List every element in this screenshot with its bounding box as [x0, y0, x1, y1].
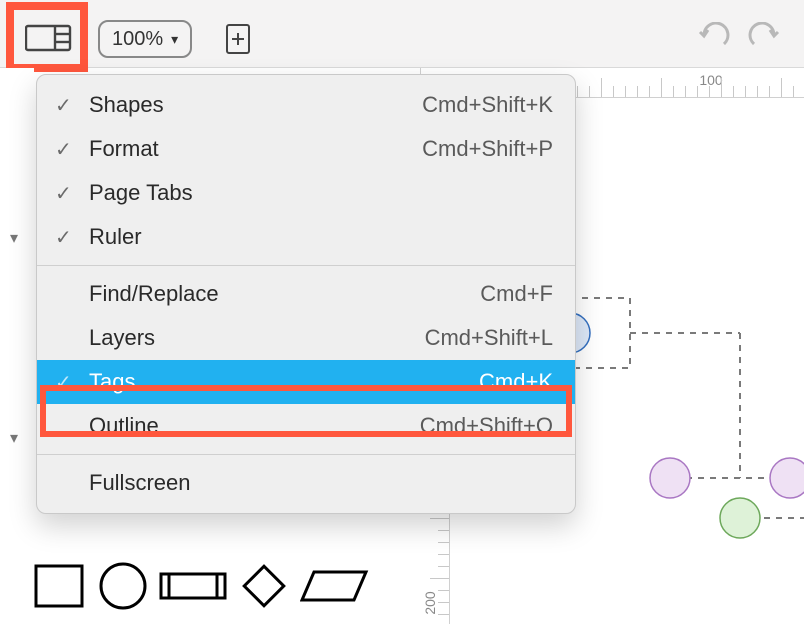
shape-rectangle[interactable]: [30, 560, 88, 612]
menu-item-shortcut: Cmd+Shift+O: [420, 413, 553, 439]
view-menu: ✓ Shapes Cmd+Shift+K ✓ Format Cmd+Shift+…: [36, 74, 576, 514]
menu-item-label: Layers: [89, 325, 155, 351]
menu-item-shortcut: Cmd+Shift+P: [422, 136, 553, 162]
chevron-down-icon[interactable]: ▾: [10, 428, 18, 448]
shape-circle[interactable]: [96, 560, 150, 612]
redo-button[interactable]: [744, 22, 784, 56]
menu-item-format[interactable]: ✓ Format Cmd+Shift+P: [37, 127, 575, 171]
menu-item-label: Fullscreen: [89, 470, 190, 496]
toolbar: 100% ▾: [0, 0, 804, 68]
menu-item-outline[interactable]: Outline Cmd+Shift+O: [37, 404, 575, 448]
menu-item-shortcut: Cmd+F: [480, 281, 553, 307]
ruler-label: 200: [422, 591, 438, 614]
ruler-label: 100: [699, 72, 722, 88]
menu-item-shapes[interactable]: ✓ Shapes Cmd+Shift+K: [37, 83, 575, 127]
check-icon: ✓: [55, 225, 89, 250]
shape-diamond[interactable]: [236, 558, 292, 614]
menu-item-tags[interactable]: ✓ Tags Cmd+K: [37, 360, 575, 404]
zoom-value: 100%: [112, 28, 163, 51]
chevron-down-icon: ▾: [171, 31, 178, 48]
menu-item-label: Find/Replace: [89, 281, 219, 307]
menu-item-label: Outline: [89, 413, 159, 439]
menu-item-fullscreen[interactable]: Fullscreen: [37, 461, 575, 505]
menu-item-label: Format: [89, 136, 159, 162]
menu-item-layers[interactable]: Layers Cmd+Shift+L: [37, 316, 575, 360]
check-icon: ✓: [55, 370, 89, 395]
shape-parallelogram[interactable]: [300, 566, 370, 606]
check-icon: ✓: [55, 181, 89, 206]
undo-button[interactable]: [694, 22, 734, 56]
chevron-down-icon[interactable]: ▾: [10, 228, 18, 248]
menu-separator: [37, 265, 575, 266]
left-sidebar-strip: ▾ ▾: [0, 68, 34, 558]
shape-palette: [30, 558, 370, 614]
check-icon: ✓: [55, 93, 89, 118]
menu-item-label: Ruler: [89, 224, 142, 250]
menu-item-page-tabs[interactable]: ✓ Page Tabs: [37, 171, 575, 215]
menu-item-label: Shapes: [89, 92, 164, 118]
zoom-select[interactable]: 100% ▾: [98, 20, 192, 58]
menu-item-find-replace[interactable]: Find/Replace Cmd+F: [37, 272, 575, 316]
menu-item-shortcut: Cmd+Shift+K: [422, 92, 553, 118]
new-page-button[interactable]: [224, 22, 254, 56]
menu-item-shortcut: Cmd+K: [479, 369, 553, 395]
menu-item-ruler[interactable]: ✓ Ruler: [37, 215, 575, 259]
menu-item-label: Tags: [89, 369, 135, 395]
check-icon: ✓: [55, 137, 89, 162]
view-toggle-button[interactable]: [25, 22, 73, 56]
menu-separator: [37, 454, 575, 455]
menu-item-label: Page Tabs: [89, 180, 193, 206]
menu-item-shortcut: Cmd+Shift+L: [425, 325, 553, 351]
shape-slot[interactable]: [158, 571, 228, 601]
